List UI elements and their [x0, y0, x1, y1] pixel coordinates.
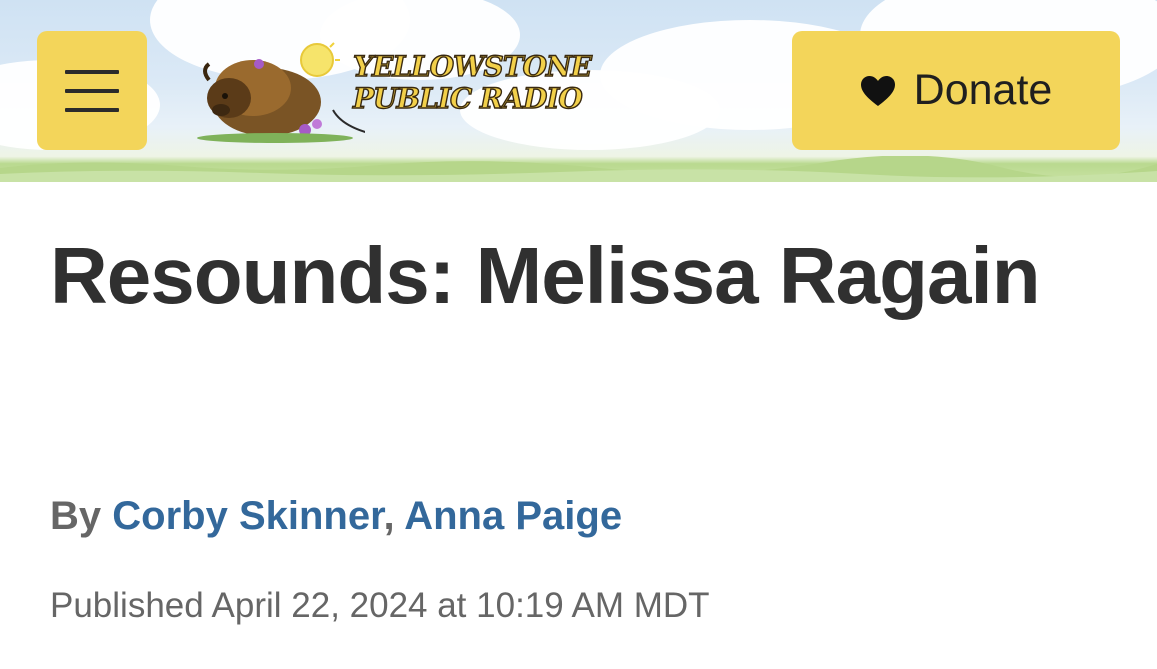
logo-text-line2: PUBLIC RADIO — [352, 81, 583, 115]
byline-prefix: By — [50, 494, 102, 538]
grass-hills — [0, 156, 1157, 182]
hamburger-menu-icon — [65, 107, 119, 112]
menu-button[interactable] — [37, 31, 147, 150]
published-date: Published April 22, 2024 at 10:19 AM MDT — [50, 586, 710, 625]
hamburger-menu-icon — [65, 69, 119, 74]
site-header: YELLOWSTONE PUBLIC RADIO Donate — [0, 0, 1157, 182]
bison-logo-icon — [197, 42, 365, 143]
donate-button[interactable]: Donate — [792, 31, 1120, 150]
article-byline: By Corby Skinner, Anna Paige — [50, 494, 622, 539]
heart-icon — [860, 75, 895, 106]
author-link[interactable]: Corby Skinner — [112, 494, 383, 538]
donate-label: Donate — [913, 66, 1053, 114]
site-logo[interactable]: YELLOWSTONE PUBLIC RADIO — [195, 40, 593, 145]
logo-text-line1: YELLOWSTONE — [352, 49, 592, 83]
author-link[interactable]: Anna Paige — [404, 494, 622, 538]
byline-separator: , — [383, 494, 395, 538]
article-title: Resounds: Melissa Ragain — [50, 231, 1041, 320]
hamburger-menu-icon — [65, 88, 119, 93]
